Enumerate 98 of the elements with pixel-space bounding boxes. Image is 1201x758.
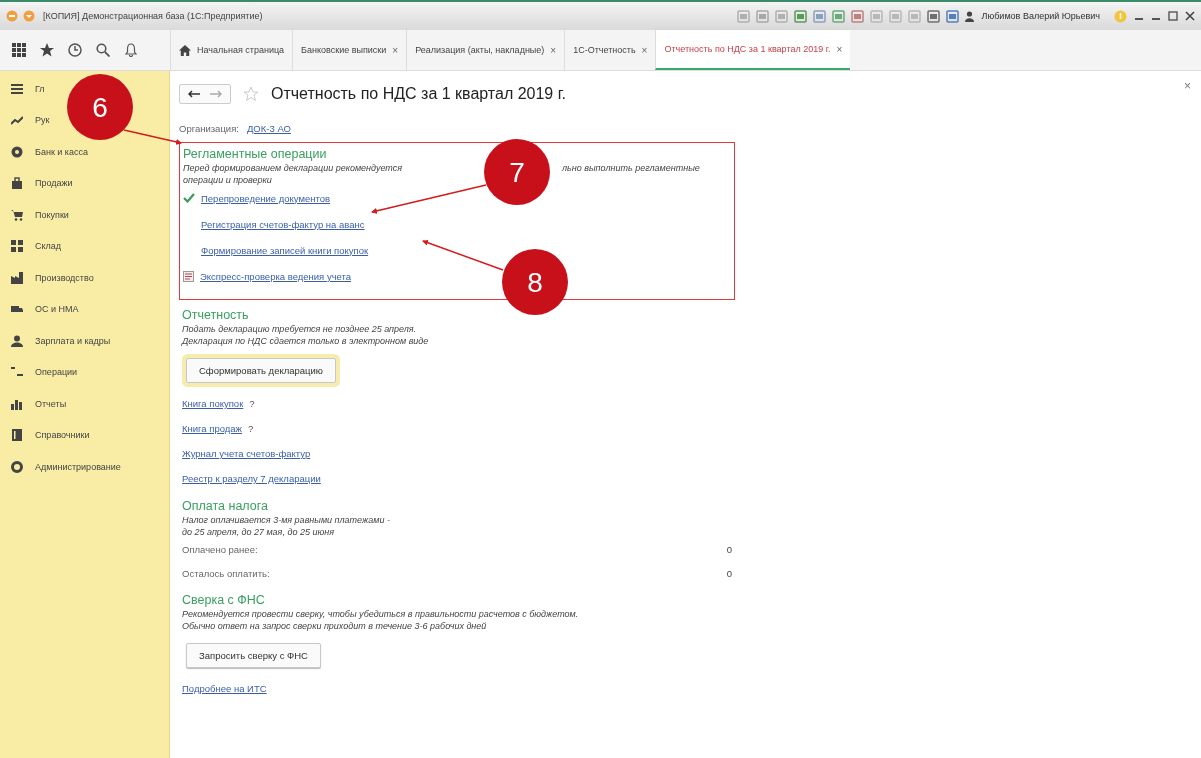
operation-link[interactable]: Перепроведение документов [201, 192, 331, 204]
home-icon [179, 44, 191, 56]
organization-link[interactable]: ДОК-3 АО [246, 123, 291, 134]
info-icon[interactable] [1114, 9, 1127, 23]
amount-value: 0 [726, 567, 732, 579]
section-icon [11, 334, 23, 347]
close-icon[interactable] [1185, 11, 1195, 21]
back-arrow-icon[interactable] [188, 90, 200, 98]
description-text: Декларация по НДС сдается только в электронном виде [182, 336, 429, 346]
report-link[interactable]: Книга покупок [182, 398, 244, 409]
close-button[interactable]: × [1184, 79, 1191, 93]
section-heading: Отчетность [182, 308, 250, 322]
maximize-icon[interactable] [1168, 11, 1178, 21]
clock-icon[interactable] [68, 43, 82, 57]
window-title: [КОПИЯ] Демонстрационная база (1С:Предприятие) [43, 11, 263, 21]
checkmark-icon [183, 193, 195, 203]
description-text: Перед формированием декларации рекомендуется [183, 163, 403, 173]
toolbar-icon[interactable] [755, 9, 769, 23]
tab-label: Реализация (акты, накладные) [415, 45, 545, 55]
sidebar-item[interactable]: Отчеты [0, 388, 71, 420]
sidebar-item[interactable]: Зарплата и кадры [0, 325, 115, 357]
amount-label: Оплачено ранее: [182, 543, 258, 555]
sidebar-item[interactable]: Производство [0, 262, 98, 294]
star-icon[interactable] [40, 43, 54, 57]
operation-link[interactable]: Формирование записей книги покупок [201, 244, 369, 256]
tab-close[interactable]: × [550, 44, 557, 56]
toolbar-icon[interactable] [774, 9, 788, 23]
sidebar-item[interactable]: Покупки [0, 199, 73, 231]
tab-label: Банковские выписки [301, 45, 387, 55]
section-icon [11, 114, 23, 127]
forward-arrow-icon[interactable] [210, 90, 222, 98]
report-icon [183, 270, 194, 282]
toolbar-icon[interactable] [793, 9, 807, 23]
section-icon [11, 82, 23, 95]
help-link[interactable]: ? [247, 423, 254, 434]
toolbar-icon[interactable] [831, 9, 845, 23]
toolbar-icon[interactable] [926, 9, 940, 23]
sidebar-item[interactable]: Гл [0, 73, 49, 105]
amount-label: Осталось оплатить: [182, 567, 270, 579]
callout-marker: 8 [502, 249, 568, 315]
section-heading: Регламентные операции [183, 147, 328, 161]
search-icon[interactable] [96, 43, 110, 57]
tab-label: Начальная страница [197, 45, 285, 55]
dropdown-icon[interactable] [23, 10, 35, 22]
description-text: Рекомендуется провести сверку, чтобы убедиться в правильности расчетов с бюджетом. [182, 609, 579, 619]
callout-marker: 6 [67, 74, 133, 140]
description-text: Обычно ответ на запрос сверки приходит в течение 3-6 рабочих дней [182, 621, 487, 631]
report-link[interactable]: Реестр к разделу 7 декларации [182, 473, 321, 484]
section-icon [11, 271, 23, 284]
sidebar-item[interactable]: Операции [0, 356, 82, 388]
report-link[interactable]: Книга продаж [182, 423, 242, 434]
form-title: Отчетность по НДС за 1 квартал 2019 г. [271, 85, 567, 103]
tab-close[interactable]: × [836, 43, 843, 55]
sidebar-item[interactable]: Склад [0, 230, 66, 262]
description-text: операции и проверки [183, 175, 272, 185]
section-icon [11, 177, 23, 190]
sidebar-item[interactable]: Рук [0, 104, 54, 136]
sidebar-item[interactable]: Продажи [0, 167, 77, 199]
section-heading: Оплата налога [182, 499, 269, 513]
section-icon [11, 429, 23, 442]
section-heading: Сверка с ФНС [182, 593, 266, 607]
sidebar-item[interactable]: Администрирование [0, 451, 125, 483]
description-text: до 25 апреля, до 27 мая, до 25 июня [182, 527, 334, 537]
help-link[interactable]: ? [249, 398, 255, 409]
section-icon [11, 366, 23, 379]
sidebar-item[interactable]: Справочники [0, 419, 94, 451]
toolbar-icon[interactable] [812, 9, 826, 23]
tab-close[interactable]: × [641, 44, 648, 56]
description-text: Подать декларацию требуется не позднее 25 апреля. [182, 324, 417, 334]
toolbar-icon[interactable] [850, 9, 864, 23]
favorite-star-icon[interactable] [243, 86, 259, 102]
section-icon [11, 397, 23, 410]
menu-icon[interactable] [6, 10, 18, 22]
tab-close[interactable]: × [392, 44, 399, 56]
report-link[interactable]: Подробнее на ИТС [182, 683, 267, 694]
section-icon [11, 145, 23, 158]
tab-label: 1С-Отчетность [573, 45, 636, 55]
section-icon [11, 240, 23, 253]
amount-value: 0 [726, 543, 732, 555]
tab-label: Отчетность по НДС за 1 квартал 2019 г. [664, 44, 831, 54]
action-button[interactable]: Запросить сверку с ФНС [186, 643, 321, 668]
description-text: льно выполнить регламентные [562, 163, 700, 173]
operation-link[interactable]: Регистрация счетов-фактур на аванс [201, 218, 365, 230]
bell-icon[interactable] [124, 43, 138, 57]
report-link[interactable]: Журнал учета счетов-фактур [182, 448, 311, 459]
toolbar-icon[interactable] [945, 9, 959, 23]
field-label: Организация: [179, 123, 239, 134]
apps-grid-icon[interactable] [12, 43, 26, 57]
user-name[interactable]: Любимов Валерий Юрьевич [981, 11, 1100, 21]
operation-link[interactable]: Экспресс-проверка ведения учета [200, 270, 352, 282]
toolbar-icon[interactable] [736, 9, 750, 23]
callout-marker: 7 [484, 139, 550, 205]
description-text: Налог оплачивается 3-мя равными платежами - [182, 515, 390, 525]
user-icon [964, 10, 974, 22]
sidebar-item[interactable]: ОС и НМА [0, 293, 83, 325]
section-icon [11, 208, 23, 221]
tab[interactable]: Отчетность по НДС за 1 квартал 2019 г. × [655, 30, 851, 70]
section-icon [11, 460, 23, 473]
